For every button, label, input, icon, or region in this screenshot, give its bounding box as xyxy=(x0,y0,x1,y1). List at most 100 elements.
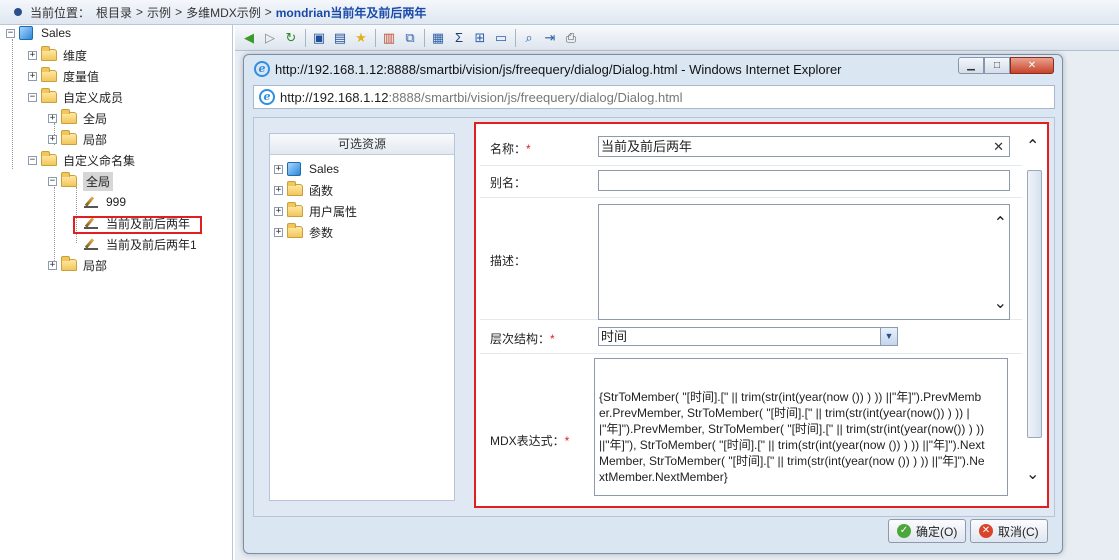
mdx-expression-textarea[interactable]: {StrToMember( "[时间].[" || trim(str(int(y… xyxy=(594,358,1008,496)
table-icon[interactable]: ▦ xyxy=(428,28,448,48)
tree-node-set-current-1[interactable]: 当前及前后两年1 xyxy=(84,234,197,254)
expand-icon[interactable]: + xyxy=(274,164,283,174)
tree-node-dimensions[interactable]: + 维度 xyxy=(28,45,87,65)
sum-icon[interactable]: Σ xyxy=(449,28,469,48)
address-bar[interactable]: e http://192.168.1.12 :8888/smartbi/visi… xyxy=(253,85,1055,109)
breadcrumb-item-root[interactable]: 根目录 xyxy=(96,4,132,21)
function-folder-icon xyxy=(287,181,303,196)
collapse-icon[interactable]: − xyxy=(28,92,37,102)
minimize-icon[interactable]: ▁ xyxy=(958,57,984,74)
name-input[interactable]: 当前及前后两年 ✕ xyxy=(598,136,1010,157)
params-icon[interactable]: ⊞ xyxy=(470,28,490,48)
description-textarea[interactable]: ⌃ ⌄ xyxy=(598,204,1010,320)
scrollbar-thumb[interactable] xyxy=(1027,170,1042,438)
collapse-icon[interactable]: − xyxy=(6,28,15,38)
collapse-icon[interactable]: − xyxy=(28,155,37,165)
clear-icon[interactable]: ✕ xyxy=(993,137,1004,156)
resource-user-attributes[interactable]: + 用户属性 xyxy=(274,201,357,221)
expand-icon[interactable]: + xyxy=(28,50,37,60)
resource-sales[interactable]: + Sales xyxy=(274,159,339,179)
expand-icon[interactable]: + xyxy=(28,71,37,81)
folder-icon xyxy=(61,130,77,145)
scroll-down-icon[interactable]: ⌄ xyxy=(1026,464,1039,483)
back-icon[interactable]: ◀ xyxy=(239,28,259,48)
cancel-button[interactable]: ✕ 取消(C) xyxy=(970,519,1048,543)
breadcrumb-current: mondrian当前年及前后两年 xyxy=(275,5,427,20)
tree-node-set-999[interactable]: 999 xyxy=(84,192,126,212)
highlight-annotation xyxy=(73,216,202,234)
tree-label: 全局 xyxy=(83,171,114,191)
collapse-icon[interactable]: − xyxy=(48,176,57,186)
breadcrumb-item-examples[interactable]: 示例 xyxy=(147,4,171,21)
breadcrumb-separator: > xyxy=(136,5,144,19)
param-folder-icon xyxy=(287,223,303,238)
tree-node-measures[interactable]: + 度量值 xyxy=(28,66,99,86)
address-host: http://192.168.1.12 xyxy=(280,89,389,105)
tree-node-cm-local[interactable]: + 局部 xyxy=(48,129,107,149)
scroll-up-icon[interactable]: ⌃ xyxy=(994,213,1007,232)
name-label: 名称：* xyxy=(490,142,531,156)
tree-node-custom-sets[interactable]: − 自定义命名集 xyxy=(28,150,135,170)
pivot-icon[interactable]: ⧉ xyxy=(400,28,420,48)
scroll-up-icon[interactable]: ⌃ xyxy=(1026,136,1039,155)
form-scrollbar[interactable]: ⌃ ⌄ xyxy=(1024,136,1044,488)
hierarchy-label: 层次结构：* xyxy=(490,332,555,346)
expand-icon[interactable]: + xyxy=(48,260,57,270)
toolbar-divider xyxy=(515,28,516,47)
zoom-icon[interactable]: ⌕ xyxy=(519,28,539,48)
cancel-icon: ✕ xyxy=(979,524,993,538)
alias-input[interactable] xyxy=(598,170,1010,191)
tree-node-cm-global[interactable]: + 全局 xyxy=(48,108,107,128)
expand-icon[interactable]: + xyxy=(48,134,57,144)
save-as-icon[interactable]: ▤ xyxy=(330,28,350,48)
bullet-icon xyxy=(14,8,22,16)
mdx-icon[interactable]: ▭ xyxy=(491,28,511,48)
tree-node-cs-local[interactable]: + 局部 xyxy=(48,255,107,275)
chart-icon[interactable]: ▥ xyxy=(379,28,399,48)
resource-label: 用户属性 xyxy=(309,204,358,219)
expand-icon[interactable]: + xyxy=(48,113,57,123)
expand-icon[interactable]: + xyxy=(274,227,283,237)
ok-button[interactable]: ✓ 确定(O) xyxy=(888,519,967,543)
maximize-icon[interactable]: □ xyxy=(984,57,1010,74)
folder-icon xyxy=(61,109,77,124)
breadcrumb-item-mdx-examples[interactable]: 多维MDX示例 xyxy=(186,4,261,21)
forward-icon[interactable]: ▷ xyxy=(260,28,280,48)
tree-label: 全局 xyxy=(83,111,108,126)
named-set-icon xyxy=(84,237,100,251)
dialog-body: 可选资源 + Sales + 函数 + 用户属性 + 参数 名称：* 当前及前后… xyxy=(253,117,1055,517)
name-row: 名称：* 当前及前后两年 ✕ xyxy=(480,134,1022,166)
close-icon[interactable]: ✕ xyxy=(1010,57,1054,74)
toolbar-divider xyxy=(375,28,376,47)
tree-label: 自定义成员 xyxy=(63,90,124,105)
ie-icon: e xyxy=(254,61,270,77)
tree-label: 度量值 xyxy=(63,69,100,84)
named-set-form: 名称：* 当前及前后两年 ✕ 别名： 描述： ⌃ ⌄ 层次结构：* 时间 ▼ M… xyxy=(474,122,1049,508)
refresh-icon[interactable]: ↻ xyxy=(281,28,301,48)
resource-parameters[interactable]: + 参数 xyxy=(274,222,333,242)
tree-node-sales[interactable]: − Sales xyxy=(6,23,71,43)
tree-label: 局部 xyxy=(83,132,108,147)
resource-label: 函数 xyxy=(309,183,334,198)
expand-icon[interactable]: + xyxy=(274,185,283,195)
ie-icon: e xyxy=(259,89,275,105)
print-icon[interactable]: ⎙ xyxy=(561,28,581,48)
folder-icon xyxy=(41,67,57,82)
cube-tree: − Sales + 维度 + 度量值 − 自定义成员 + 全局 + 局部 − 自… xyxy=(0,25,233,560)
dialog-title: http://192.168.1.12:8888/smartbi/vision/… xyxy=(275,61,842,77)
tree-label: Sales xyxy=(41,26,72,40)
scroll-down-icon[interactable]: ⌄ xyxy=(994,293,1007,312)
favorite-icon[interactable]: ★ xyxy=(351,28,371,48)
description-label: 描述： xyxy=(490,254,527,268)
save-icon[interactable]: ▣ xyxy=(309,28,329,48)
check-icon: ✓ xyxy=(897,524,911,538)
export-icon[interactable]: ⇥ xyxy=(540,28,560,48)
dropdown-arrow-icon[interactable]: ▼ xyxy=(880,328,897,345)
hierarchy-select[interactable]: 时间 ▼ xyxy=(598,327,898,346)
tree-node-custom-members[interactable]: − 自定义成员 xyxy=(28,87,123,107)
resource-functions[interactable]: + 函数 xyxy=(274,180,333,200)
tree-label: 当前及前后两年1 xyxy=(106,237,197,252)
expand-icon[interactable]: + xyxy=(274,206,283,216)
tree-node-cs-global[interactable]: − 全局 xyxy=(48,171,114,191)
named-set-icon xyxy=(84,195,100,209)
